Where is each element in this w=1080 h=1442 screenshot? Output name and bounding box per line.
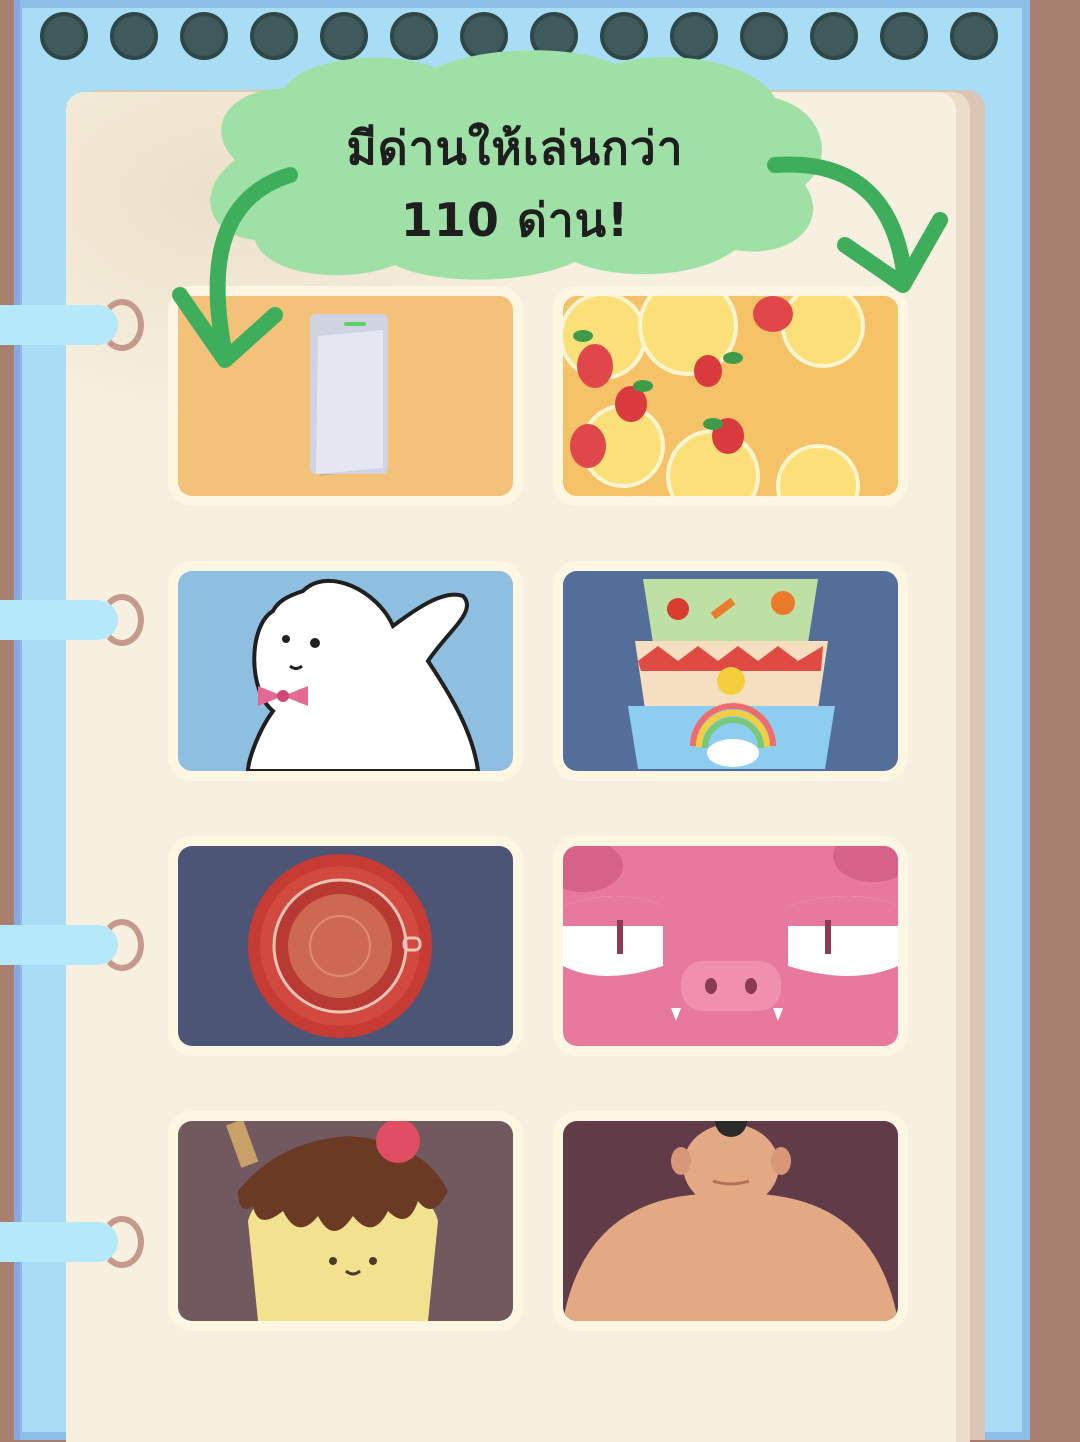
level-tile-pig-face[interactable] (563, 846, 898, 1046)
binder-hole (950, 12, 998, 60)
bunny-icon (178, 571, 513, 771)
stacked-bowls-icon (563, 571, 898, 771)
binder-hole (110, 12, 158, 60)
level-tile-bunny[interactable] (178, 571, 513, 771)
tea-cup-icon (178, 846, 513, 1046)
level-tile-sumo[interactable] (563, 1121, 898, 1321)
pig-face-icon (563, 846, 898, 1046)
level-tile-tea-cup[interactable] (178, 846, 513, 1046)
arrow-down-left-icon (172, 167, 298, 368)
side-ring (0, 594, 144, 646)
pudding-icon (178, 1121, 513, 1321)
level-tile-fruit-tart[interactable] (563, 296, 898, 496)
binder-hole (40, 12, 88, 60)
binder-hole (880, 12, 928, 60)
fruit-tart-icon (563, 296, 898, 496)
sumo-icon (563, 1121, 898, 1321)
level-tile-stacked-bowls[interactable] (563, 571, 898, 771)
side-ring (0, 1216, 144, 1268)
level-tile-pudding[interactable] (178, 1121, 513, 1321)
side-ring (0, 299, 144, 351)
arrow-down-right-icon (767, 156, 948, 293)
side-ring (0, 919, 144, 971)
